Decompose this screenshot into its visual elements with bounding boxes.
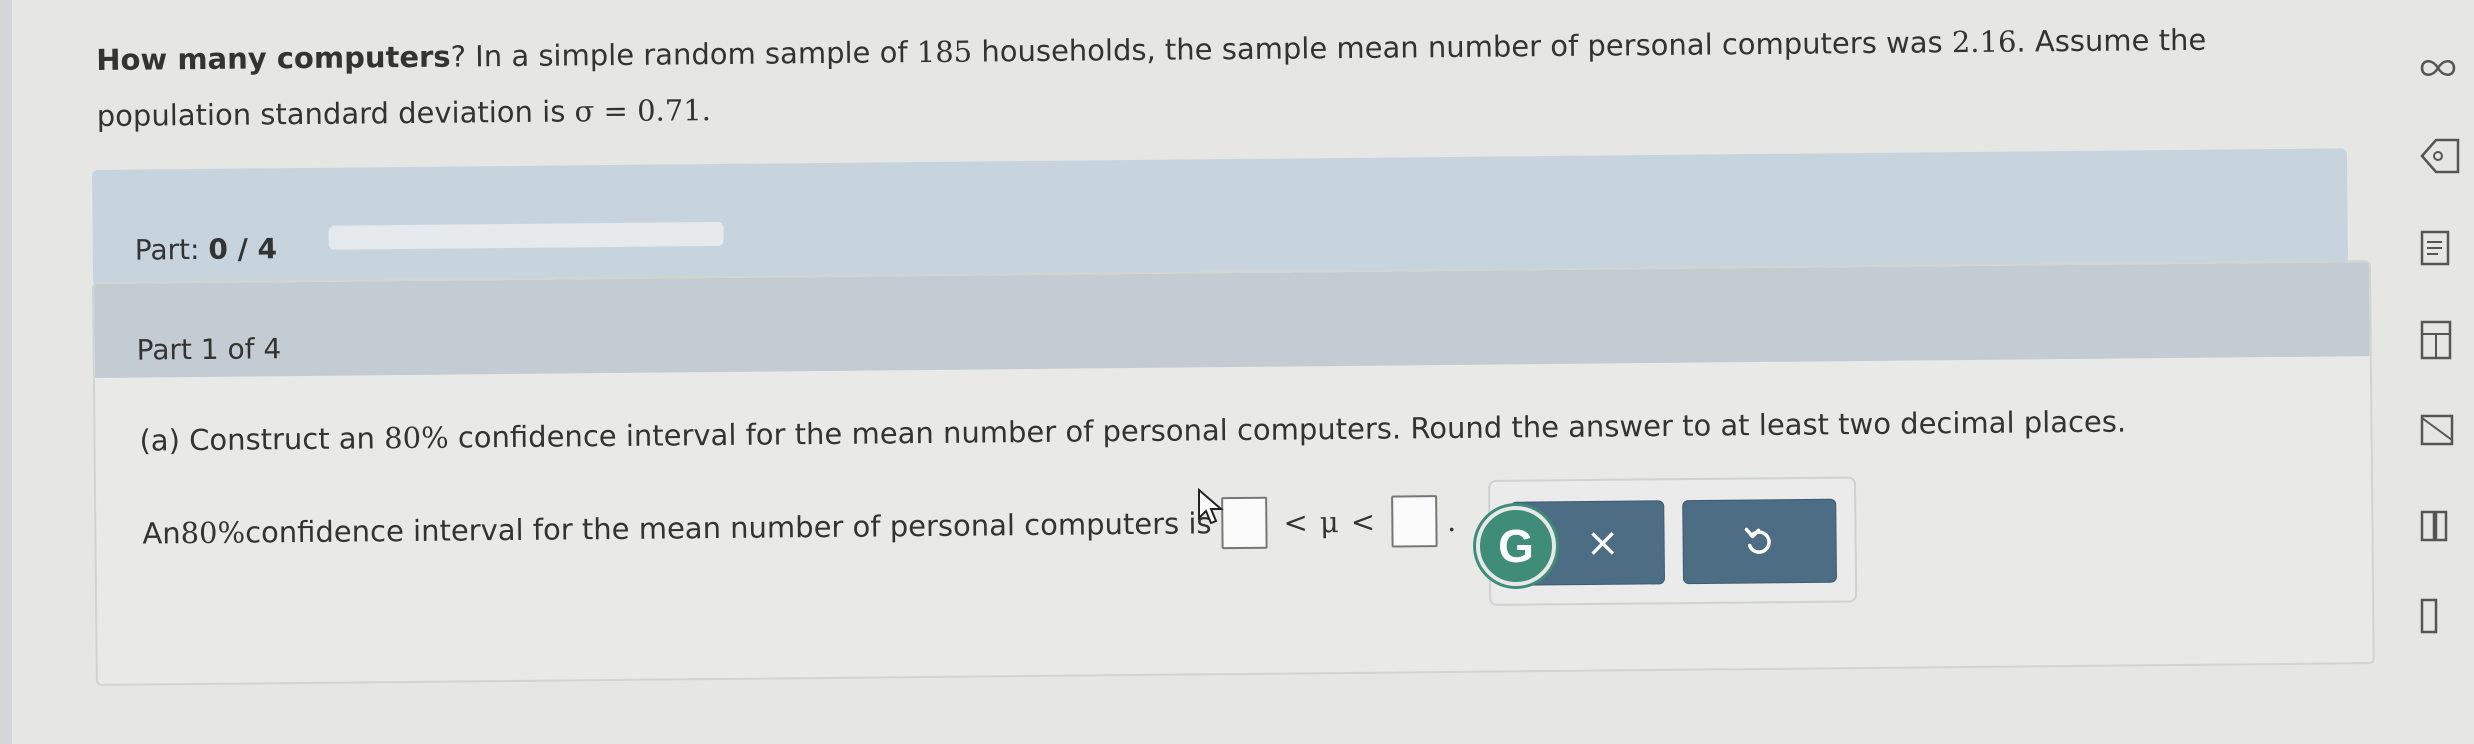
grammarly-letter: G <box>1498 520 1534 572</box>
document-tool[interactable] <box>2418 504 2474 548</box>
tag-icon <box>2420 138 2460 174</box>
sigma-value: 0.71 <box>636 93 702 128</box>
instruction-prefix: (a) Construct an <box>139 421 385 458</box>
document-icon <box>2420 510 2448 542</box>
answer-middle: confidence interval for the mean number … <box>244 506 1212 550</box>
list-icon <box>2420 230 2450 266</box>
calculator-tool[interactable] <box>2418 318 2474 362</box>
sample-size: 185 <box>916 34 973 70</box>
mail-tool[interactable] <box>2418 408 2474 452</box>
answer-confidence-level: 80% <box>180 515 246 551</box>
right-toolbar <box>2418 0 2474 744</box>
part-header-label: Part 1 of 4 <box>136 332 282 367</box>
book-tool[interactable] <box>2418 594 2474 638</box>
calculator-icon <box>2420 320 2452 360</box>
answer-period: . <box>1446 503 1457 539</box>
sample-mean: 2.16 <box>1951 24 2017 60</box>
equals-sign: = <box>594 93 638 129</box>
question-part-panel: Part 1 of 4 (a) Construct an 80% confide… <box>92 260 2375 686</box>
question-title: How many computers <box>96 39 451 77</box>
left-edge-strip <box>0 0 12 744</box>
book-icon <box>2420 598 2438 634</box>
progress-value: 0 / 4 <box>208 232 278 266</box>
infinity-icon <box>2420 60 2456 76</box>
grammarly-icon[interactable]: G <box>1476 506 1556 586</box>
confidence-level: 80% <box>384 420 449 456</box>
sigma-symbol: σ <box>574 94 595 129</box>
question-text-1: ? In a simple random sample of <box>450 35 917 74</box>
cursor-icon <box>1198 488 1224 525</box>
upper-bound-input[interactable] <box>1390 495 1438 548</box>
part-progress-label: Part: 0 / 4 <box>135 232 278 266</box>
tag-tool[interactable] <box>2418 134 2474 178</box>
less-than-1: < <box>1283 505 1309 540</box>
question-text: How many computers? In a simple random s… <box>96 11 2317 144</box>
question-end: . <box>701 93 712 128</box>
part-instruction: (a) Construct an 80% confidence interval… <box>139 404 2126 457</box>
part-header: Part 1 of 4 <box>94 262 2370 378</box>
answer-prefix: An <box>142 516 181 551</box>
progress-label-text: Part: <box>134 232 200 267</box>
answer-row: An 80% confidence interval for the mean … <box>142 495 1456 560</box>
list-tool[interactable] <box>2418 226 2474 270</box>
mail-icon <box>2420 414 2454 446</box>
clear-icon: × <box>1585 519 1620 567</box>
progress-track <box>328 221 724 250</box>
undo-icon <box>1744 527 1771 554</box>
undo-button[interactable] <box>1682 498 1838 585</box>
mu-symbol: μ <box>1319 505 1339 540</box>
instruction-suffix: confidence interval for the mean number … <box>448 404 2127 455</box>
question-text-2: households, the sample mean number of pe… <box>971 25 1953 69</box>
infinity-tool[interactable] <box>2418 46 2474 90</box>
less-than-2: < <box>1350 504 1376 539</box>
